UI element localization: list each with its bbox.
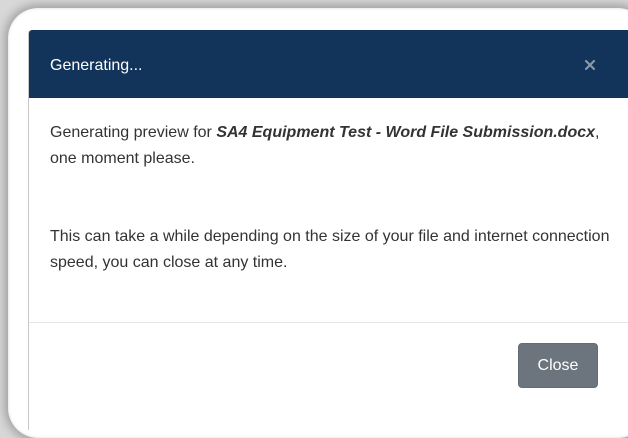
generating-message: Generating preview for SA4 Equipment Tes… (50, 120, 610, 172)
close-button[interactable]: Close (518, 343, 598, 388)
message-prefix: Generating preview for (50, 124, 217, 141)
generating-dialog: Generating... Generating preview for SA4… (28, 30, 628, 430)
dialog-header: Generating... (29, 30, 628, 98)
close-icon-glyph (584, 59, 596, 71)
dialog-title: Generating... (50, 57, 143, 74)
wait-note: This can take a while depending on the s… (50, 228, 610, 271)
file-name: SA4 Equipment Test - Word File Submissio… (216, 124, 596, 141)
dialog-body: Generating preview for SA4 Equipment Tes… (50, 120, 610, 276)
footer-divider (29, 322, 628, 323)
close-icon[interactable] (580, 55, 600, 75)
